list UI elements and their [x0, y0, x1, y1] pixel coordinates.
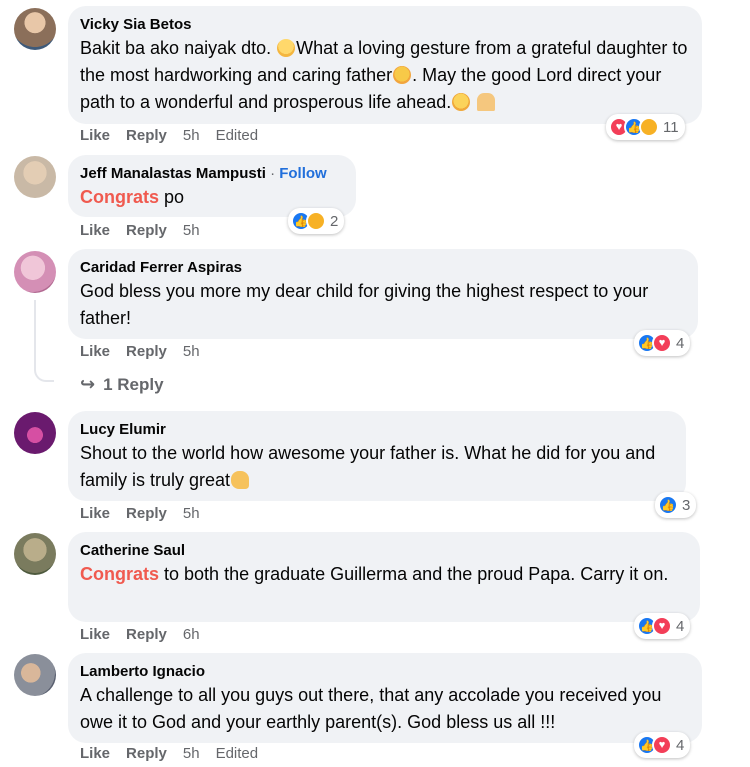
comment-text: A challenge to all you guys out there, t… [80, 685, 662, 732]
like-button[interactable]: Like [80, 127, 110, 144]
view-replies-link[interactable]: ↪ 1 Reply [80, 374, 164, 395]
clapping-hands-emoji-icon [231, 471, 250, 489]
comment-author[interactable]: Lamberto Ignacio [80, 662, 690, 682]
replies-count-label: 1 Reply [103, 374, 164, 394]
care-reaction-icon [639, 117, 659, 137]
avatar[interactable] [14, 156, 56, 198]
comment-actions: Like Reply 6h [80, 626, 200, 643]
reply-button[interactable]: Reply [126, 222, 167, 239]
avatar[interactable] [14, 251, 56, 293]
heart-eyes-emoji-icon [393, 66, 412, 84]
comment-author-line: Jeff Manalastas Mampusti · Follow [80, 164, 344, 184]
comment-text-part: Bakit ba ako naiyak dto. [80, 38, 277, 58]
love-reaction-icon: ♥ [652, 333, 672, 353]
reaction-summary[interactable]: 👍 ♥ 4 [634, 732, 691, 758]
reply-button[interactable]: Reply [126, 127, 167, 144]
comment-author[interactable]: Lucy Elumir [80, 420, 674, 440]
avatar[interactable] [14, 412, 56, 454]
avatar[interactable] [14, 8, 56, 50]
avatar[interactable] [14, 654, 56, 696]
reaction-summary[interactable]: 👍 ♥ 4 [634, 330, 691, 356]
reaction-count: 4 [676, 334, 685, 352]
timestamp[interactable]: 5h [183, 127, 200, 144]
comment-text-part: po [159, 187, 185, 207]
comment-actions: Like Reply 5h [80, 505, 200, 522]
comment-text: Congrats to both the graduate Guillerma … [80, 561, 688, 588]
reaction-count: 11 [663, 118, 679, 136]
reaction-count: 4 [676, 736, 685, 754]
reaction-summary[interactable]: 👍 ♥ 4 [634, 613, 691, 639]
reaction-count: 4 [676, 617, 685, 635]
timestamp[interactable]: 5h [183, 343, 200, 360]
love-reaction-icon: ♥ [652, 616, 672, 636]
edited-label: Edited [215, 127, 259, 144]
comment-actions: Like Reply 5h Edited [80, 745, 258, 762]
reaction-summary[interactable]: 👍 2 [288, 208, 345, 234]
reply-button[interactable]: Reply [126, 626, 167, 643]
edited-label: Edited [215, 745, 259, 762]
reaction-count: 3 [682, 496, 691, 514]
hugging-face-emoji-icon [452, 93, 471, 111]
reply-button[interactable]: Reply [126, 343, 167, 360]
comment-text-part: to both the graduate Guillerma and the p… [159, 564, 669, 584]
reply-button[interactable]: Reply [126, 745, 167, 762]
love-reaction-icon: ♥ [652, 735, 672, 755]
crying-face-emoji-icon [277, 39, 296, 57]
thread-connector-line [34, 300, 54, 382]
like-button[interactable]: Like [80, 505, 110, 522]
comment-text-part: Shout to the world how awesome your fath… [80, 443, 656, 490]
like-button[interactable]: Like [80, 745, 110, 762]
comment-bubble: Caridad Ferrer Aspiras God bless you mor… [68, 249, 698, 339]
like-button[interactable]: Like [80, 626, 110, 643]
comment-author[interactable]: Caridad Ferrer Aspiras [80, 258, 686, 278]
comment-author[interactable]: Jeff Manalastas Mampusti [80, 165, 266, 182]
comment-author[interactable]: Vicky Sia Betos [80, 15, 690, 35]
like-button[interactable]: Like [80, 222, 110, 239]
timestamp[interactable]: 5h [183, 505, 200, 522]
follow-button[interactable]: Follow [279, 165, 327, 182]
comment-text: Shout to the world how awesome your fath… [80, 440, 674, 494]
timestamp[interactable]: 5h [183, 222, 200, 239]
reaction-summary[interactable]: ♥ 👍 11 [606, 114, 685, 140]
separator: · [270, 165, 276, 182]
comment-bubble: Vicky Sia Betos Bakit ba ako naiyak dto.… [68, 6, 702, 124]
comment-text: Bakit ba ako naiyak dto. What a loving g… [80, 35, 690, 116]
timestamp[interactable]: 6h [183, 626, 200, 643]
reply-arrow-icon: ↪ [80, 374, 96, 394]
comment-actions: Like Reply 5h Edited [80, 127, 258, 144]
care-reaction-icon [306, 211, 326, 231]
timestamp[interactable]: 5h [183, 745, 200, 762]
comment-actions: Like Reply 5h [80, 343, 200, 360]
congrats-highlight: Congrats [80, 187, 160, 207]
comment-actions: Like Reply 5h [80, 222, 200, 239]
comment-bubble: Catherine Saul Congrats to both the grad… [68, 532, 700, 622]
avatar[interactable] [14, 533, 56, 575]
congrats-highlight: Congrats [80, 564, 160, 584]
reply-button[interactable]: Reply [126, 505, 167, 522]
comment-bubble: Lamberto Ignacio A challenge to all you … [68, 653, 702, 743]
comment-text: God bless you more my dear child for giv… [80, 281, 649, 328]
like-button[interactable]: Like [80, 343, 110, 360]
comment-text: Congrats po [80, 184, 344, 211]
folded-hands-emoji-icon [477, 93, 496, 111]
reaction-summary[interactable]: 👍 3 [655, 492, 697, 518]
reaction-count: 2 [330, 212, 339, 230]
comment-author[interactable]: Catherine Saul [80, 541, 688, 561]
like-reaction-icon: 👍 [658, 495, 678, 515]
comment-bubble: Lucy Elumir Shout to the world how aweso… [68, 411, 686, 501]
